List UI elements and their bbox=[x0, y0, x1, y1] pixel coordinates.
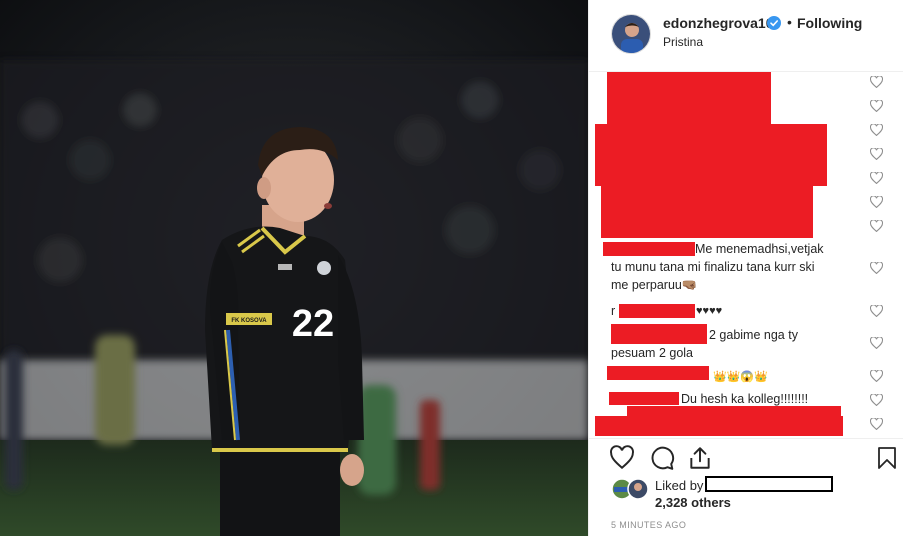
bookmark-icon[interactable] bbox=[875, 445, 899, 471]
comment-text: pesuam 2 gola bbox=[611, 346, 694, 360]
redaction-block bbox=[607, 72, 771, 124]
heart-icon[interactable] bbox=[870, 220, 883, 232]
redacted-username bbox=[619, 304, 695, 318]
post-photo[interactable]: FK KOSOVA 22 bbox=[0, 0, 588, 536]
heart-icon[interactable] bbox=[870, 262, 883, 274]
redacted-username bbox=[609, 392, 679, 405]
comment-username[interactable]: r bbox=[611, 302, 615, 320]
share-icon[interactable] bbox=[687, 445, 713, 471]
football-player-photo: FK KOSOVA 22 bbox=[0, 0, 588, 536]
separator-dot: • bbox=[787, 14, 792, 30]
redacted-liker[interactable] bbox=[705, 476, 833, 492]
comment-icon[interactable] bbox=[649, 445, 675, 471]
redacted-username bbox=[611, 324, 707, 344]
comment-text: ♥♥♥♥ bbox=[696, 305, 723, 317]
verified-badge-icon bbox=[767, 16, 781, 30]
comment-text: 👑👑😱👑 bbox=[713, 371, 768, 383]
following-button[interactable]: Following bbox=[797, 15, 862, 31]
post-timestamp[interactable]: 5 MINUTES AGO bbox=[611, 520, 686, 530]
comment-text: tu munu tana mi finalizu tana kurr ski bbox=[611, 260, 815, 274]
liked-by-avatars[interactable] bbox=[611, 478, 649, 500]
liked-by-label: Liked by bbox=[655, 478, 704, 493]
comment-text: me perparuu🤜🏽 bbox=[611, 278, 698, 292]
heart-icon[interactable] bbox=[870, 418, 883, 430]
jersey-number: 22 bbox=[292, 303, 334, 345]
comments-list: Me menemadhsi,vetjak tu munu tana mi fin… bbox=[589, 72, 903, 438]
heart-icon[interactable] bbox=[870, 337, 883, 349]
post-username[interactable]: edonzhegrova10 bbox=[663, 15, 773, 31]
post-side-panel: edonzhegrova10 • Following Pristina Me m… bbox=[588, 0, 903, 536]
likes-summary: Liked by 2,328 others bbox=[589, 474, 903, 514]
heart-icon[interactable] bbox=[870, 370, 883, 382]
likes-count-link[interactable]: 2,328 others bbox=[655, 495, 731, 510]
heart-icon[interactable] bbox=[870, 100, 883, 112]
post-location[interactable]: Pristina bbox=[663, 35, 703, 49]
redacted-username bbox=[607, 366, 709, 380]
comment-text: 2 gabime nga ty bbox=[709, 328, 798, 342]
heart-icon[interactable] bbox=[870, 394, 883, 406]
like-heart-icon[interactable] bbox=[609, 445, 635, 471]
heart-icon[interactable] bbox=[870, 305, 883, 317]
redaction-block bbox=[627, 406, 841, 416]
redaction-block bbox=[595, 124, 827, 186]
redaction-block bbox=[595, 416, 843, 436]
heart-icon[interactable] bbox=[870, 172, 883, 184]
heart-icon[interactable] bbox=[870, 148, 883, 160]
redacted-username bbox=[603, 242, 695, 256]
sleeve-text: FK KOSOVA bbox=[231, 318, 267, 324]
user-avatar[interactable] bbox=[611, 14, 651, 54]
redaction-block bbox=[601, 186, 813, 238]
comment-text: Me menemadhsi,vetjak bbox=[695, 242, 824, 256]
heart-icon[interactable] bbox=[870, 124, 883, 136]
post-actions-bar bbox=[589, 438, 903, 474]
post-header: edonzhegrova10 • Following Pristina bbox=[589, 0, 903, 72]
heart-icon[interactable] bbox=[870, 76, 883, 88]
heart-icon[interactable] bbox=[870, 196, 883, 208]
